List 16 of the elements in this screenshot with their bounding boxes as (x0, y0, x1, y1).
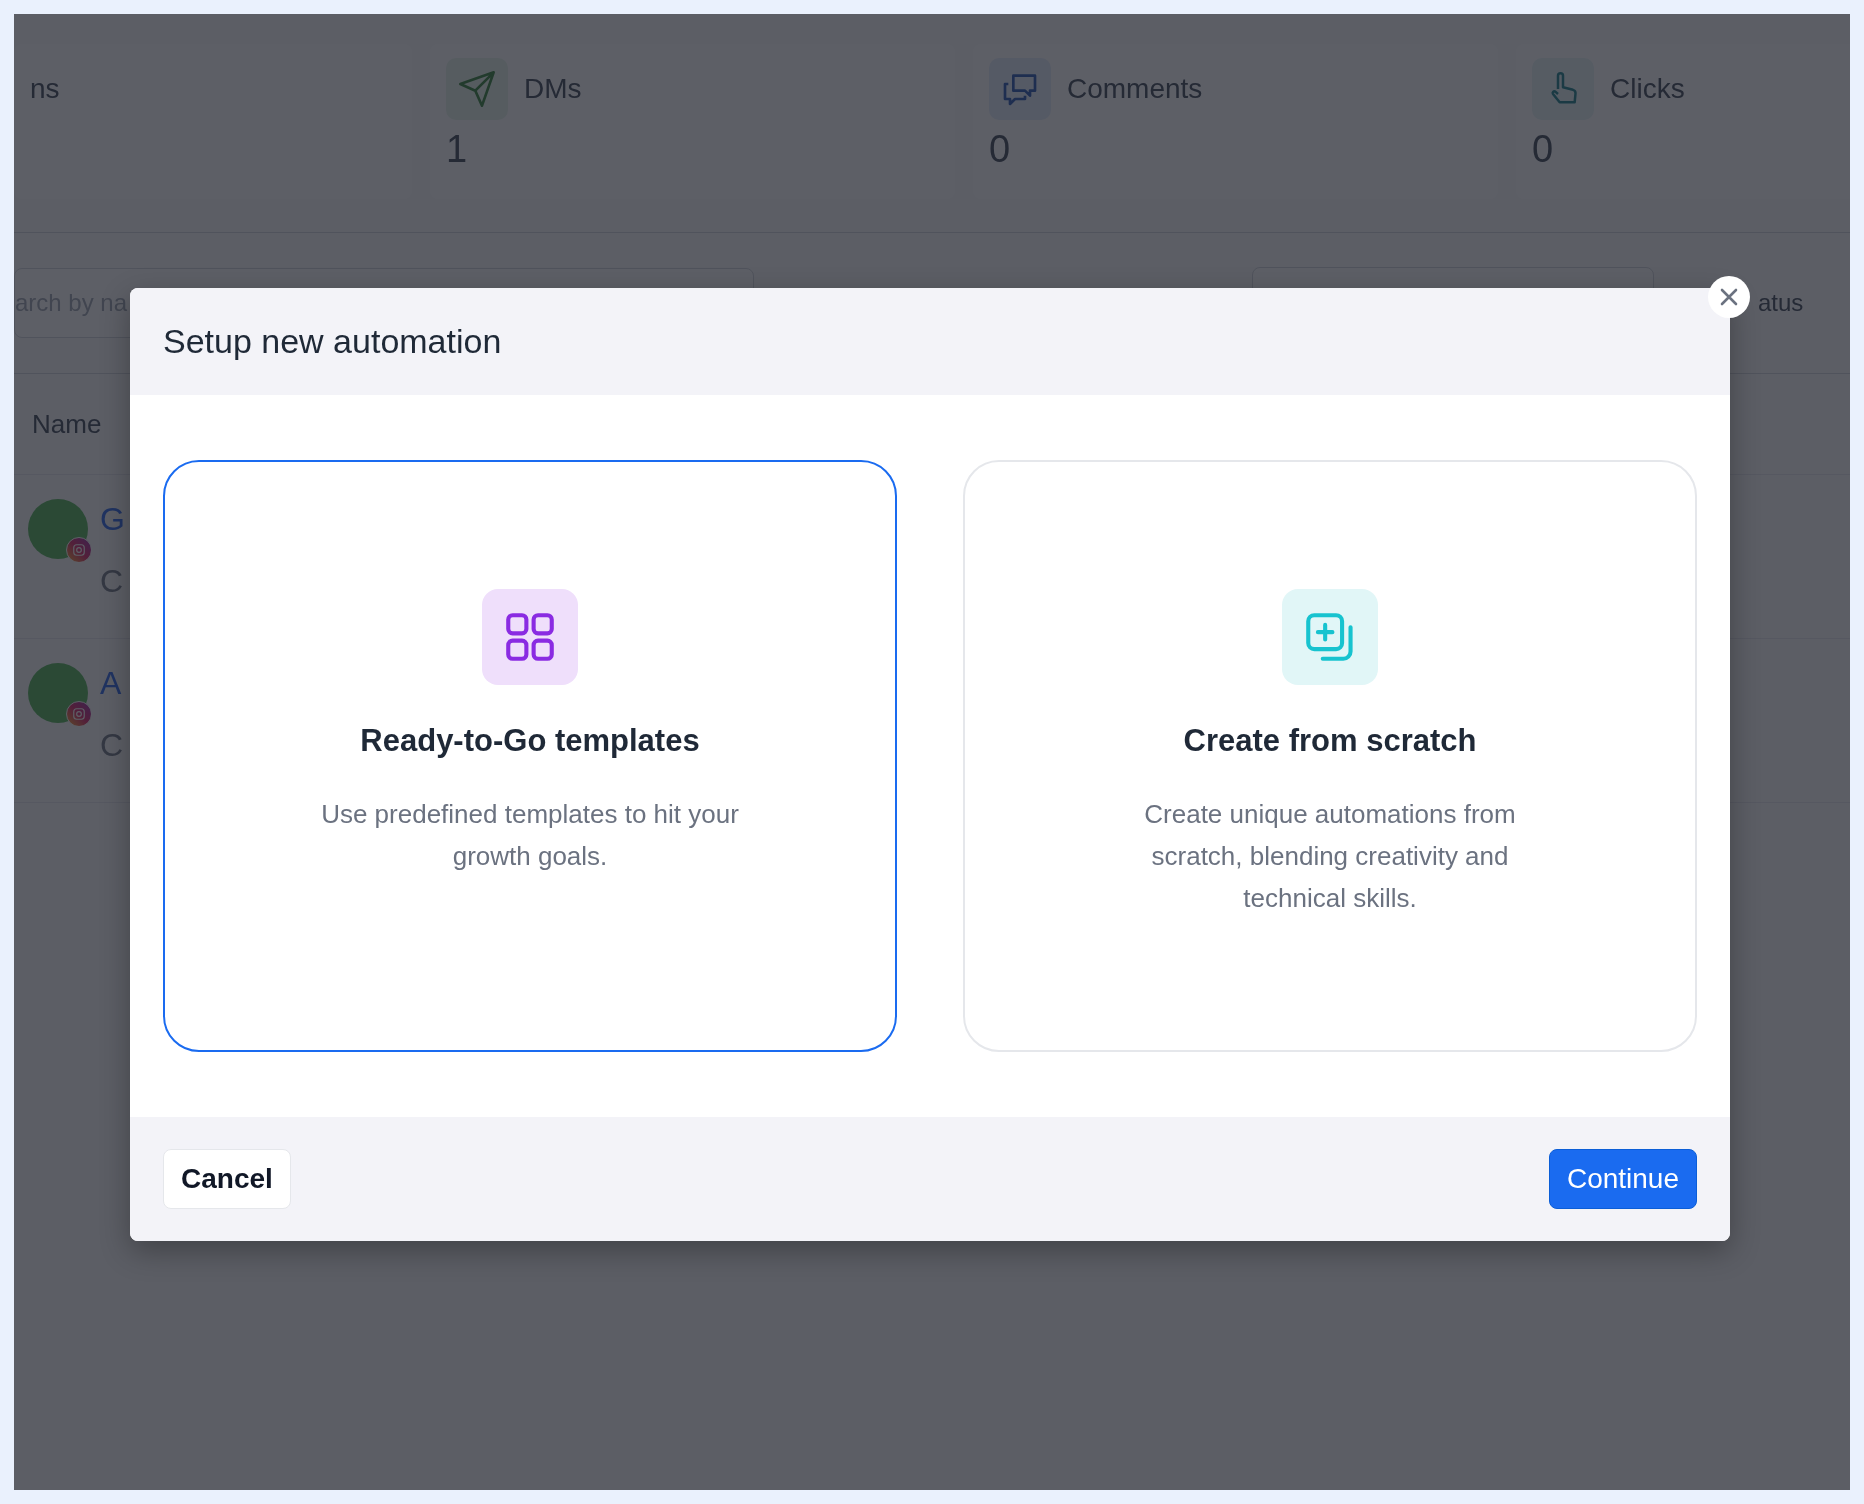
stat-value: 1 (446, 128, 469, 171)
dialog-title: Setup new automation (163, 322, 502, 361)
stat-label: Clicks (1610, 73, 1685, 105)
stat-value: 0 (989, 128, 1012, 171)
option-title: Ready-to-Go templates (360, 723, 700, 759)
stat-value: 0 (1532, 128, 1555, 171)
cancel-button[interactable]: Cancel (163, 1149, 291, 1209)
option-description: Use predefined templates to hit your growth goals. (320, 798, 740, 873)
option-card[interactable]: Ready-to-Go templates Use predefined templates to hit your growth goals. (163, 460, 897, 1052)
option-title: Create from scratch (1183, 723, 1477, 759)
continue-button[interactable]: Continue (1548, 1149, 1697, 1209)
stat-label: DMs (524, 73, 582, 105)
option-card[interactable]: Create from scratch Create unique automations from scratch, blending creativity and technical skills. (963, 460, 1697, 1052)
option-description: Create unique automations from scratch, blending creativity and technical skills. (1143, 798, 1517, 915)
stat-label: Comments (1067, 73, 1203, 105)
stat-label: ns (30, 73, 60, 105)
